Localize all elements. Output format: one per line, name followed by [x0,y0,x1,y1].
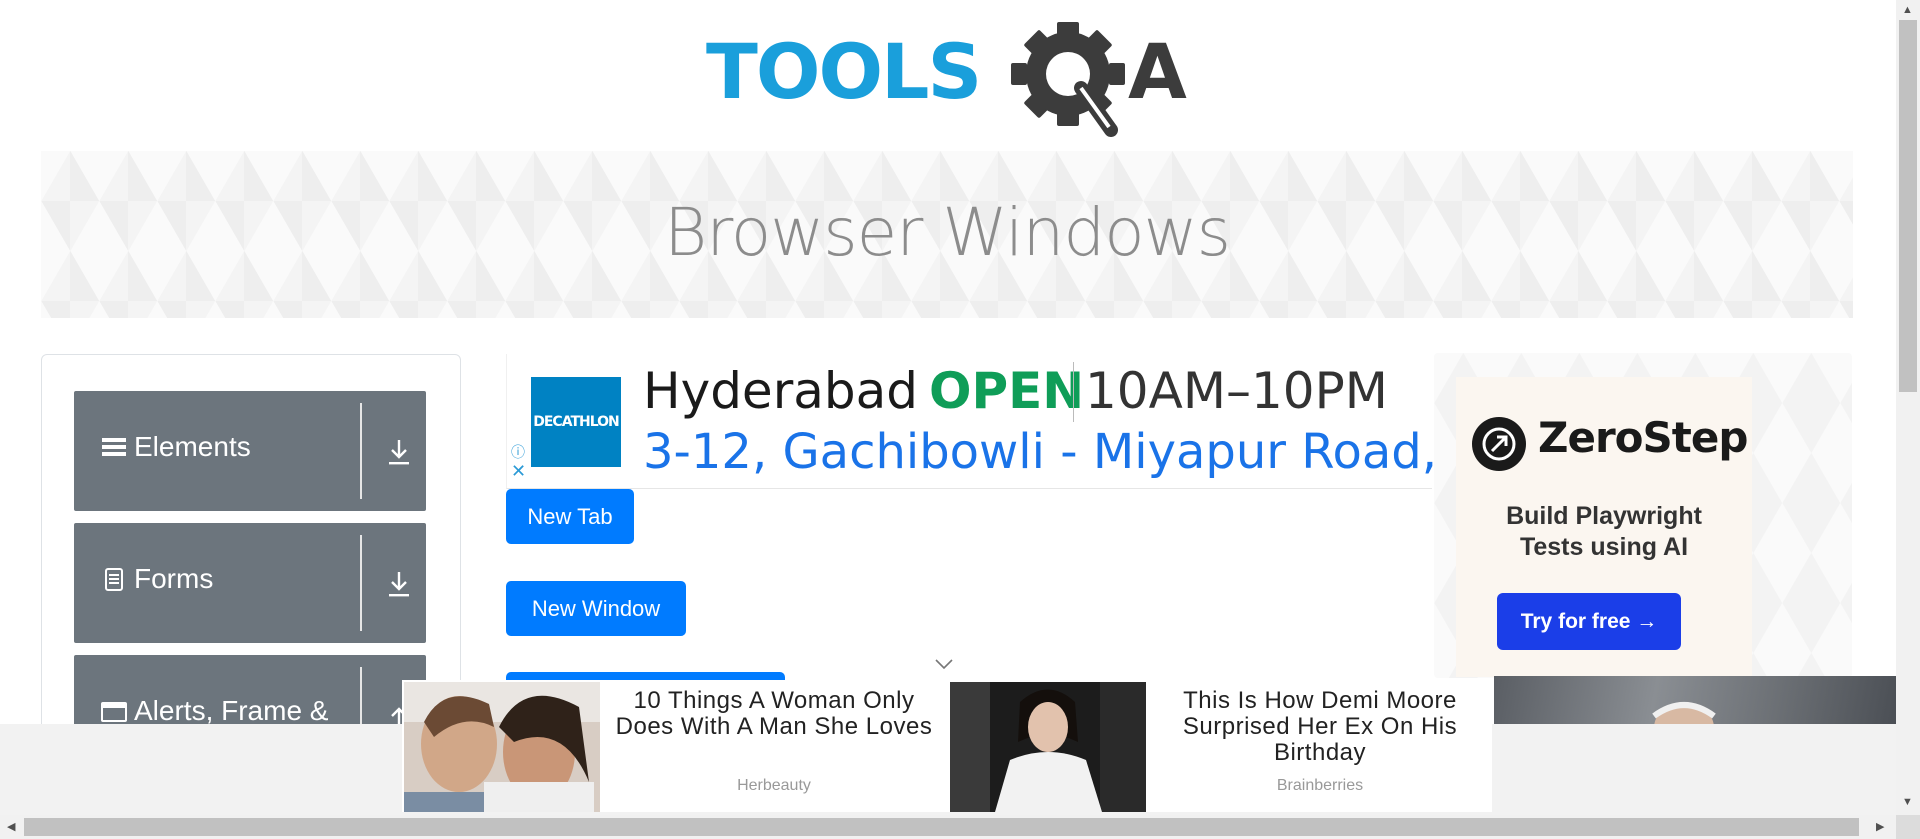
zerostep-tagline: Build Playwright Tests using AI [1506,502,1702,561]
page-banner: Browser Windows [41,151,1853,318]
ad-headline[interactable]: 10 Things A Woman Only Does With A Man S… [610,688,938,740]
divider [1073,362,1074,422]
document-icon [105,568,123,591]
toolsqa-logo[interactable]: TOOLS A [706,22,1194,137]
ad-city: Hyderabad [643,362,918,420]
vertical-scrollbar[interactable]: ▲ ▼ [1896,0,1920,815]
menu-bars-icon [102,438,126,456]
ad-hours: 10AM–10PM [1085,362,1388,420]
ad-address-link[interactable]: 3-12, Gachibowli - Miyapur Road,... [643,424,1483,480]
left-menu-panel: Elements Forms Alerts, Frame & [41,354,461,776]
horizontal-scroll-thumb[interactable] [24,818,1859,836]
ad-info-icon[interactable]: ⓘ [511,442,525,462]
zerostep-logo-icon [1472,417,1526,471]
window-icon [101,702,127,722]
download-arrow-icon[interactable] [387,569,411,599]
menu-group-label: Alerts, Frame & [134,695,329,726]
ad-close-icon[interactable]: ✕ [511,462,526,480]
scroll-right-arrow-icon[interactable]: ▶ [1876,820,1884,833]
page-title: Browser Windows [664,194,1231,271]
ad-thumbnail[interactable] [404,682,600,812]
menu-group-elements[interactable]: Elements [74,391,426,511]
new-window-button[interactable]: New Window [506,581,686,636]
scroll-left-arrow-icon[interactable]: ◀ [7,820,15,833]
chevron-down-icon[interactable] [932,656,956,672]
vertical-scroll-thumb[interactable] [1899,20,1917,392]
divider [360,535,362,631]
location-ad[interactable]: DECATHLON Hyderabad OPEN 10AM–10PM 3-12,… [506,354,1483,489]
new-tab-button[interactable]: New Tab [506,489,634,544]
native-ad-item[interactable]: This Is How Demi Moore Surprised Her Ex … [948,682,1494,812]
download-arrow-icon[interactable] [387,437,411,467]
zerostep-ad[interactable]: ZeroStep Build Playwright Tests using AI… [1434,353,1852,678]
ad-source: Herbeauty [737,777,811,794]
ad-image-partial[interactable] [1494,676,1896,724]
menu-group-label: Elements [134,431,251,462]
scroll-up-arrow-icon[interactable]: ▲ [1902,4,1913,16]
ad-headline[interactable]: This Is How Demi Moore Surprised Her Ex … [1156,688,1484,766]
scrollbar-corner [1896,815,1920,839]
try-for-free-button[interactable]: Try for free → [1497,593,1681,650]
ad-thumbnail[interactable] [950,682,1146,812]
logo-gear-icon [1011,22,1125,137]
zerostep-card: ZeroStep Build Playwright Tests using AI… [1456,377,1752,677]
logo-wordmark: TOOLS [706,27,982,116]
native-ad-item[interactable]: 10 Things A Woman Only Does With A Man S… [402,682,948,812]
bottom-native-ad: 10 Things A Woman Only Does With A Man S… [402,680,1492,812]
decathlon-logo[interactable]: DECATHLON [531,377,621,467]
ad-status-open: OPEN [929,362,1085,420]
scroll-down-arrow-icon[interactable]: ▼ [1902,796,1913,808]
horizontal-scrollbar[interactable]: ◀ ▶ [0,815,1896,839]
logo-letter-a: A [1128,27,1187,116]
ad-source: Brainberries [1276,777,1364,794]
divider [360,403,362,499]
menu-group-label: Forms [134,563,214,594]
menu-group-forms[interactable]: Forms [74,523,426,643]
zerostep-brand: ZeroStep [1538,413,1748,462]
